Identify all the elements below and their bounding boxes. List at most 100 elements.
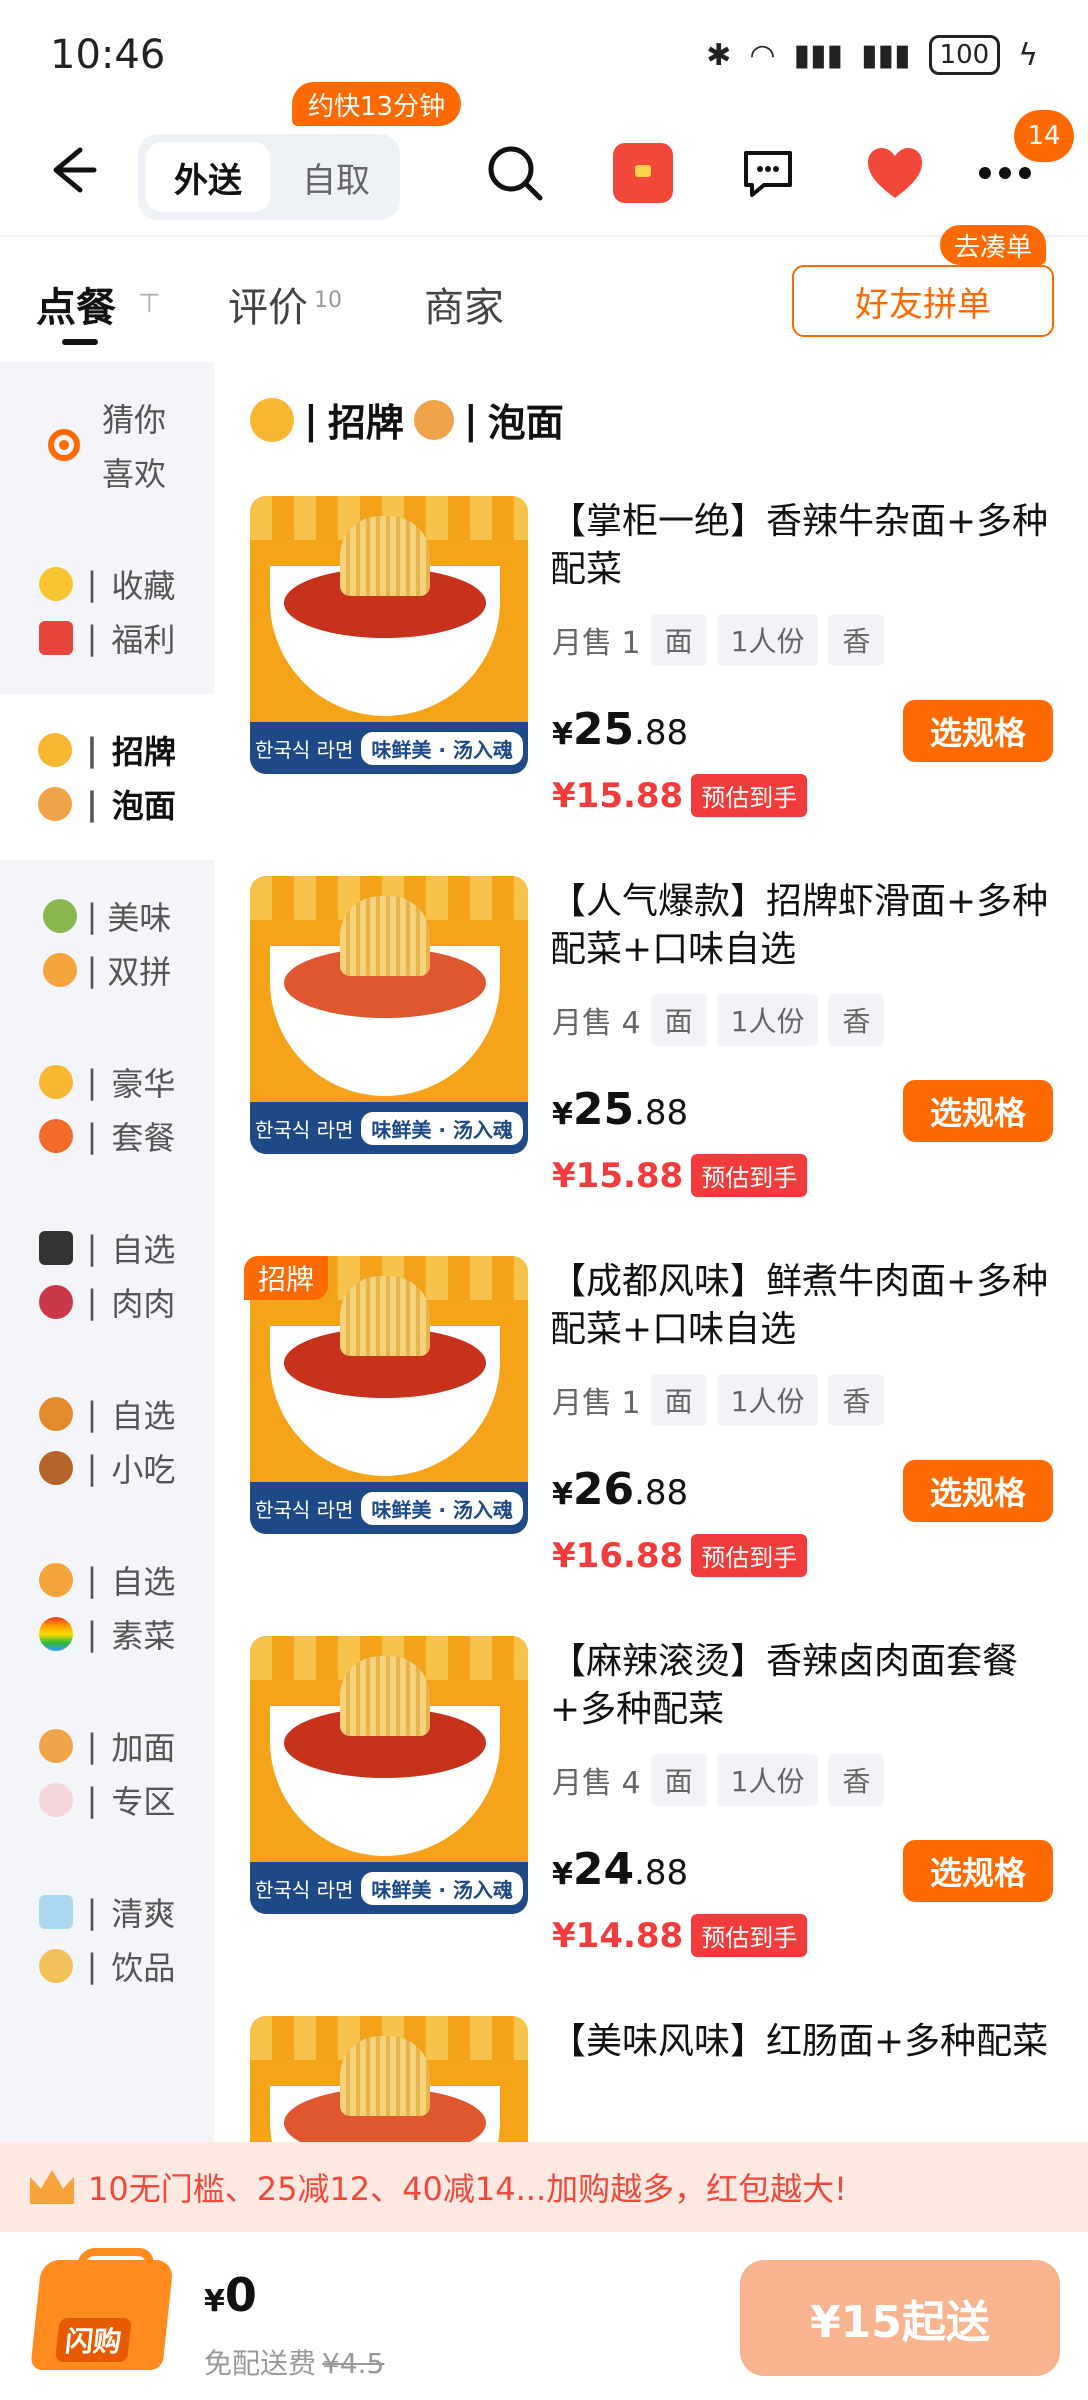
promo-banner[interactable]: 10无门槛、25减12、40减14...加购越多，红包越大!	[0, 2142, 1088, 2232]
tab-order[interactable]: 点餐	[36, 275, 116, 333]
tab-reviews[interactable]: 评价 10	[228, 275, 342, 333]
price-integer: 26	[572, 1464, 635, 1515]
monthly-sales: 月售 4	[552, 1766, 641, 1801]
friend-group-order-button[interactable]: 好友拼单	[792, 265, 1054, 337]
sidebar-item-label: 肉肉	[111, 1285, 176, 1323]
product-tag: 1人份	[716, 614, 819, 666]
sidebar-item-deluxe[interactable]: | 豪华 | 套餐	[0, 1026, 214, 1192]
product-image[interactable]	[250, 2016, 528, 2142]
product-title: 【掌柜一绝】香辣牛杂面+多种配菜	[550, 501, 1049, 590]
product-image[interactable]: 한국식 라면 味鲜美 · 汤入魂	[250, 1636, 528, 1914]
pizza-emoji-icon	[38, 1563, 73, 1597]
battery-icon: 100	[928, 35, 1001, 75]
deal-price: ¥14.88	[552, 1915, 684, 1956]
section-title-b: 泡面	[487, 401, 564, 445]
product-meta: 月售 4 面 1人份 香	[552, 994, 885, 1046]
shipping-label: 免配送费	[204, 2347, 317, 2380]
product-image[interactable]: 한국식 라면 味鲜美 · 汤入魂	[250, 496, 528, 774]
drumstick-emoji-icon	[38, 1451, 73, 1485]
back-icon[interactable]	[40, 140, 100, 200]
more-badge: 14	[1014, 110, 1074, 162]
product-price: ¥26.88	[552, 1464, 688, 1515]
deal-price: ¥16.88	[552, 1535, 684, 1576]
product-tag: 1人份	[716, 994, 819, 1046]
thumb-side-text: 한국식 라면	[255, 737, 354, 762]
tab-reviews-label: 评价	[228, 285, 308, 331]
pickup-tip-badge: 约快13分钟	[292, 82, 462, 126]
thumb-side-text: 한국식 라면	[255, 1877, 354, 1902]
sidebar-item-label: 小吃	[111, 1451, 176, 1489]
product-image[interactable]: 한국식 라면 味鲜美 · 汤入魂	[250, 876, 528, 1154]
select-spec-button[interactable]: 选规格	[903, 1460, 1053, 1522]
monthly-sales: 月售 4	[552, 1006, 641, 1041]
product-price: ¥25.88	[552, 1084, 688, 1135]
deal-label: 预估到手	[691, 1534, 808, 1577]
select-spec-button[interactable]: 选规格	[903, 1080, 1053, 1142]
price-decimal: .88	[634, 1093, 689, 1133]
thumb-brand: 味鲜美 · 汤入魂	[361, 1871, 523, 1905]
mode-pickup-tab[interactable]: 自取	[278, 142, 394, 212]
sidebar-item-guess[interactable]: 猜你 喜欢	[0, 362, 214, 528]
shopping-bag-icon[interactable]: 闪购	[30, 2260, 174, 2370]
noodle-bowl-emoji-icon	[38, 787, 73, 821]
mode-delivery-tab[interactable]: 外送	[146, 142, 270, 212]
currency-symbol: ¥	[552, 1477, 573, 1512]
sidebar-item-signature-noodles[interactable]: | 招牌 | 泡面	[0, 694, 214, 860]
ice-emoji-icon	[38, 1895, 73, 1929]
product-title: 【人气爆款】招牌虾滑面+多种配菜+口味自选	[550, 881, 1049, 970]
heart-eyes-emoji-icon	[38, 1065, 73, 1099]
product-title: 【麻辣滚烫】香辣卤肉面套餐+多种配菜	[550, 1641, 1019, 1730]
sidebar-item-favorites[interactable]: | 收藏 | 福利	[0, 528, 214, 694]
star-eyes-emoji-icon	[38, 733, 73, 767]
select-spec-button[interactable]: 选规格	[903, 1840, 1053, 1902]
product-card[interactable]: 한국식 라면 味鲜美 · 汤入魂 【人气爆款】招牌虾滑面+多种配菜+口味自选 月售…	[250, 876, 1060, 1256]
thumb-side-text: 한국식 라면	[255, 1497, 354, 1522]
deal-label: 预估到手	[691, 1914, 808, 1957]
signal-icon-2: ▮▮▮	[861, 37, 911, 73]
tab-merchant[interactable]: 商家	[424, 275, 504, 333]
sidebar-item-veggies[interactable]: | 自选 | 素菜	[0, 1524, 214, 1690]
price-decimal: .88	[634, 713, 689, 753]
product-card[interactable]: 한국식 라면 味鲜美 · 汤入魂 招牌 【成都风味】鲜煮牛肉面+多种配菜+口味自选…	[244, 1256, 1060, 1636]
favorite-heart-icon[interactable]	[862, 140, 928, 206]
message-icon[interactable]	[735, 140, 801, 206]
product-price: ¥24.88	[552, 1844, 688, 1895]
product-tag: 香	[828, 994, 885, 1046]
section-title-a: 招牌	[327, 401, 404, 445]
tab-active-indicator	[62, 339, 98, 345]
select-spec-button[interactable]: 选规格	[903, 700, 1053, 762]
friend-order-tag: 去凑单	[940, 225, 1047, 265]
red-packet-icon[interactable]	[610, 140, 676, 206]
sidebar-item-combo[interactable]: | 美味 | 双拼	[0, 860, 214, 1026]
product-card[interactable]: 한국식 라면 味鲜美 · 汤入魂 【掌柜一绝】香辣牛杂面+多种配菜 月售 1 面 …	[250, 496, 1060, 876]
beer-emoji-icon	[38, 1949, 73, 1983]
monthly-sales: 月售 1	[552, 626, 641, 661]
sidebar-item-drinks[interactable]: | 清爽 | 饮品	[0, 1856, 214, 2022]
thumb-brand: 味鲜美 · 汤入魂	[361, 1111, 523, 1145]
min-order-button[interactable]: ¥15起送	[740, 2260, 1060, 2376]
meat-emoji-icon	[38, 1285, 73, 1319]
sidebar-item-label: 猜你	[101, 401, 166, 439]
sidebar-item-extra-noodles[interactable]: | 加面 | 专区	[0, 1690, 214, 1856]
sidebar-item-label: 套餐	[111, 1119, 176, 1157]
top-nav: 外送 自取 约快13分钟 14	[0, 82, 1088, 235]
category-sidebar: 猜你 喜欢 | 收藏 | 福利 | 招牌 | 泡面 | 美味 | 双拼 | 豪华 | 套餐 | 自…	[0, 362, 214, 2142]
sidebar-item-meat[interactable]: | 自选 | 肉肉	[0, 1192, 214, 1358]
product-card[interactable]: 【美味风味】红肠面+多种配菜	[250, 2016, 1060, 2142]
hotdog-emoji-icon	[38, 1397, 73, 1431]
pin-top-icon[interactable]: ⊤	[138, 289, 161, 319]
product-tag: 1人份	[716, 1374, 819, 1426]
sidebar-item-snacks[interactable]: | 自选 | 小吃	[0, 1358, 214, 1524]
sidebar-item-label: 专区	[111, 1783, 176, 1821]
product-card[interactable]: 한국식 라면 味鲜美 · 汤入魂 【麻辣滚烫】香辣卤肉面套餐+多种配菜 月售 4 …	[250, 1636, 1060, 2016]
price-integer: 24	[572, 1844, 635, 1895]
currency-symbol: ¥	[204, 2284, 225, 2319]
section-sep: |	[304, 397, 318, 442]
sidebar-item-label: 素菜	[111, 1617, 176, 1655]
price-integer: 25	[572, 704, 635, 755]
deal-price: ¥15.88	[552, 775, 684, 816]
search-icon[interactable]	[482, 140, 548, 206]
star-emoji-icon	[38, 567, 73, 601]
gift-emoji-icon	[38, 621, 73, 655]
sidebar-item-label: 收藏	[111, 567, 176, 605]
